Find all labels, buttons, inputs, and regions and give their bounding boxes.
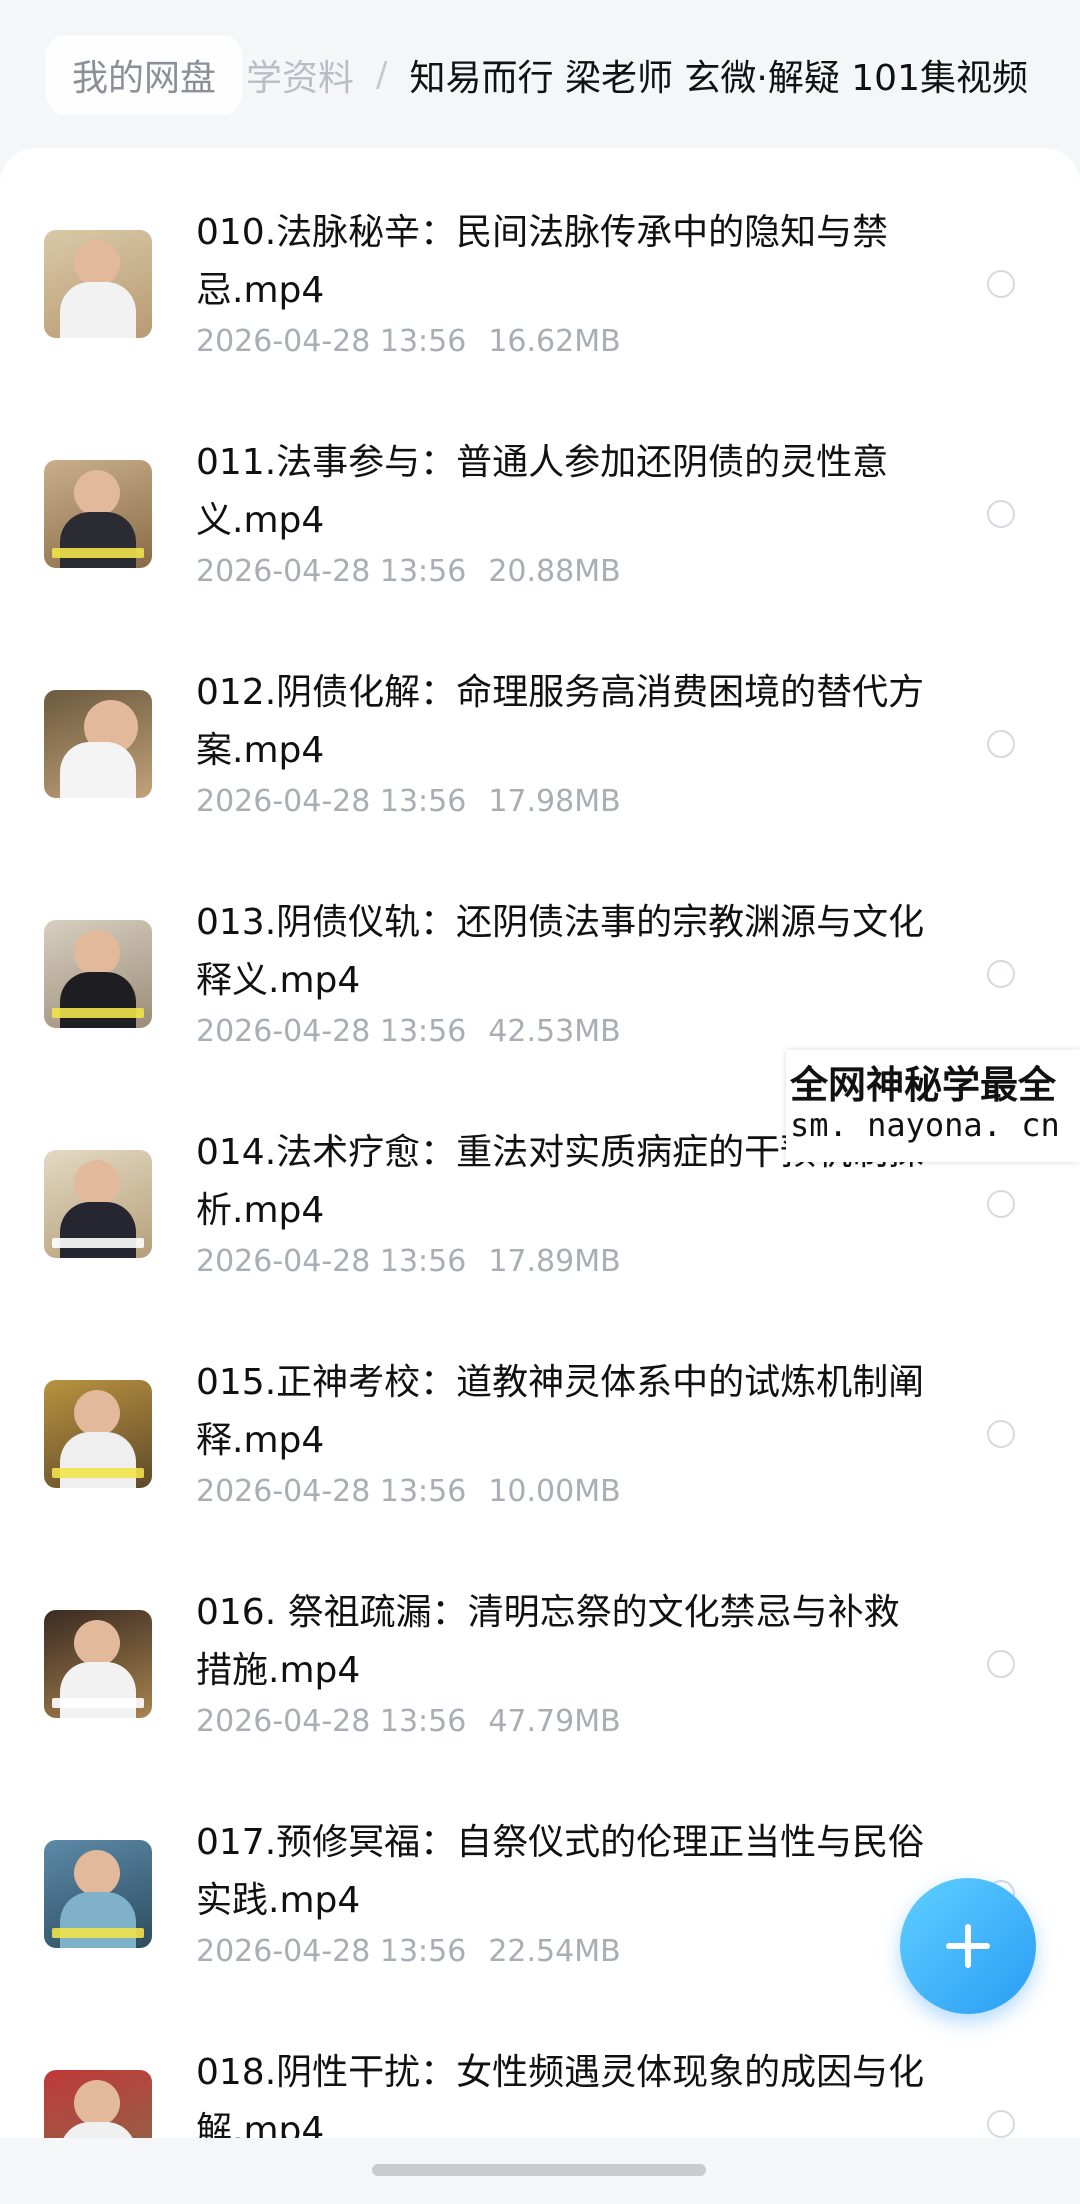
file-size: 10.00MB — [488, 1474, 621, 1509]
watermark-overlay: 全网神秘学最全 sm. nayona. cn — [786, 1050, 1080, 1162]
file-size: 47.79MB — [488, 1704, 621, 1739]
watermark-text: 全网神秘学最全 — [790, 1063, 1057, 1107]
file-date: 2026-04-28 13:56 — [196, 1244, 467, 1279]
select-radio[interactable] — [987, 500, 1015, 528]
file-date: 2026-04-28 13:56 — [196, 784, 467, 819]
breadcrumb-parent[interactable]: 学资料 — [246, 49, 354, 101]
video-thumbnail — [44, 1150, 152, 1258]
file-name: 015.正神考校：道教神灵体系中的试炼机制阐释.mp4 — [196, 1362, 925, 1461]
file-name: 011.法事参与：普通人参加还阴债的灵性意义.mp4 — [196, 442, 889, 541]
file-size: 20.88MB — [488, 554, 621, 589]
select-radio[interactable] — [987, 1190, 1015, 1218]
video-thumbnail — [44, 460, 152, 568]
select-radio[interactable] — [987, 270, 1015, 298]
file-row[interactable]: 018.阴性干扰：女性频遇灵体现象的成因与化解.mp4 — [0, 1988, 1080, 2138]
file-meta: 2026-04-28 13:56 47.79MB — [196, 1704, 621, 1739]
file-row[interactable]: 015.正神考校：道教神灵体系中的试炼机制阐释.mp4 2026-04-28 1… — [0, 1298, 1080, 1528]
breadcrumb-current: 知易而行 梁老师 玄微·解疑 101集视频 — [409, 58, 1029, 99]
select-radio[interactable] — [987, 1420, 1015, 1448]
video-thumbnail — [44, 2070, 152, 2138]
breadcrumb: 我的网盘 学资料 / 知易而行 梁老师 玄微·解疑 101集视频 — [0, 0, 1080, 150]
file-meta: 2026-04-28 13:56 17.89MB — [196, 1244, 621, 1279]
breadcrumb-home[interactable]: 我的网盘 — [46, 35, 243, 115]
file-size: 17.89MB — [488, 1244, 621, 1279]
plus-icon — [946, 1924, 990, 1968]
video-thumbnail — [44, 1610, 152, 1718]
video-thumbnail — [44, 1380, 152, 1488]
file-size: 16.62MB — [488, 324, 621, 359]
file-size: 42.53MB — [488, 1014, 621, 1049]
breadcrumb-separator: / — [376, 55, 388, 95]
file-meta: 2026-04-28 13:56 17.98MB — [196, 784, 621, 819]
select-radio[interactable] — [987, 1650, 1015, 1678]
video-thumbnail — [44, 230, 152, 338]
file-name: 013.阴债仪轨：还阴债法事的宗教渊源与文化释义.mp4 — [196, 902, 925, 1001]
video-thumbnail — [44, 690, 152, 798]
select-radio[interactable] — [987, 960, 1015, 988]
file-name: 012.阴债化解：命理服务高消费困境的替代方案.mp4 — [196, 672, 925, 771]
select-radio[interactable] — [987, 730, 1015, 758]
file-meta: 2026-04-28 13:56 22.54MB — [196, 1934, 621, 1969]
file-size: 17.98MB — [488, 784, 621, 819]
file-date: 2026-04-28 13:56 — [196, 554, 467, 589]
watermark-url: sm. nayona. cn — [790, 1106, 1060, 1144]
file-meta: 2026-04-28 13:56 20.88MB — [196, 554, 621, 589]
add-button[interactable] — [900, 1878, 1036, 2014]
file-name: 017.预修冥福：自祭仪式的伦理正当性与民俗实践.mp4 — [196, 1822, 925, 1921]
home-indicator[interactable] — [372, 2164, 706, 2176]
file-date: 2026-04-28 13:56 — [196, 1934, 467, 1969]
file-meta: 2026-04-28 13:56 16.62MB — [196, 324, 621, 359]
select-radio[interactable] — [987, 2110, 1015, 2138]
file-name: 018.阴性干扰：女性频遇灵体现象的成因与化解.mp4 — [196, 2052, 925, 2138]
file-row[interactable]: 012.阴债化解：命理服务高消费困境的替代方案.mp4 2026-04-28 1… — [0, 608, 1080, 838]
file-date: 2026-04-28 13:56 — [196, 324, 467, 359]
file-row[interactable]: 011.法事参与：普通人参加还阴债的灵性意义.mp4 2026-04-28 13… — [0, 378, 1080, 608]
file-date: 2026-04-28 13:56 — [196, 1704, 467, 1739]
video-thumbnail — [44, 920, 152, 1028]
video-thumbnail — [44, 1840, 152, 1948]
file-row[interactable]: 016. 祭祖疏漏：清明忘祭的文化禁忌与补救措施.mp4 2026-04-28 … — [0, 1528, 1080, 1758]
file-date: 2026-04-28 13:56 — [196, 1014, 467, 1049]
file-name: 016. 祭祖疏漏：清明忘祭的文化禁忌与补救措施.mp4 — [196, 1592, 900, 1691]
file-name: 010.法脉秘辛：民间法脉传承中的隐知与禁忌.mp4 — [196, 212, 889, 311]
file-meta: 2026-04-28 13:56 10.00MB — [196, 1474, 621, 1509]
file-row[interactable]: 013.阴债仪轨：还阴债法事的宗教渊源与文化释义.mp4 2026-04-28 … — [0, 838, 1080, 1068]
file-row[interactable]: 010.法脉秘辛：民间法脉传承中的隐知与禁忌.mp4 2026-04-28 13… — [0, 148, 1080, 378]
file-size: 22.54MB — [488, 1934, 621, 1969]
file-date: 2026-04-28 13:56 — [196, 1474, 467, 1509]
file-meta: 2026-04-28 13:56 42.53MB — [196, 1014, 621, 1049]
